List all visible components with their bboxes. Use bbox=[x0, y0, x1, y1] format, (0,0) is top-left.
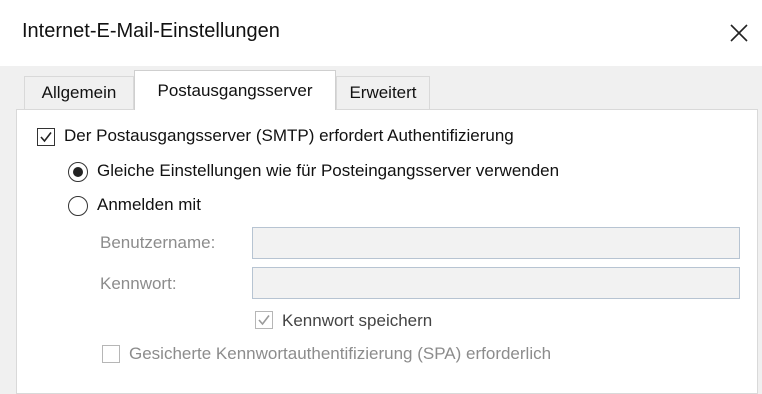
window-title: Internet-E-Mail-Einstellungen bbox=[22, 20, 280, 42]
tab-postausgangsserver[interactable]: Postausgangsserver bbox=[134, 70, 336, 110]
checkmark-icon bbox=[40, 132, 52, 143]
title-bar: Internet-E-Mail-Einstellungen bbox=[0, 0, 762, 66]
checkmark-icon bbox=[258, 315, 270, 326]
remember-password-label: Kennwort speichern bbox=[282, 311, 433, 330]
radio-selected-dot bbox=[73, 167, 83, 177]
password-label: Kennwort: bbox=[100, 274, 177, 293]
radio-login-with[interactable] bbox=[68, 196, 88, 216]
close-button[interactable] bbox=[720, 14, 758, 52]
username-label: Benutzername: bbox=[100, 233, 216, 252]
username-field[interactable] bbox=[252, 227, 740, 259]
radio-same-settings[interactable] bbox=[68, 162, 88, 182]
radio-login-with-label: Anmelden mit bbox=[97, 195, 201, 214]
spa-label: Gesicherte Kennwortauthentifizierung (SP… bbox=[129, 344, 552, 363]
spa-checkbox[interactable] bbox=[102, 345, 120, 363]
radio-same-settings-label: Gleiche Einstellungen wie für Posteingan… bbox=[97, 161, 560, 180]
close-icon bbox=[730, 24, 748, 42]
smtp-auth-label: Der Postausgangsserver (SMTP) erfordert … bbox=[64, 126, 514, 145]
tab-allgemein[interactable]: Allgemein bbox=[24, 76, 134, 109]
smtp-auth-checkbox[interactable] bbox=[37, 128, 55, 146]
tab-erweitert[interactable]: Erweitert bbox=[336, 76, 430, 109]
password-field[interactable] bbox=[252, 267, 740, 299]
remember-password-checkbox[interactable] bbox=[255, 311, 273, 329]
